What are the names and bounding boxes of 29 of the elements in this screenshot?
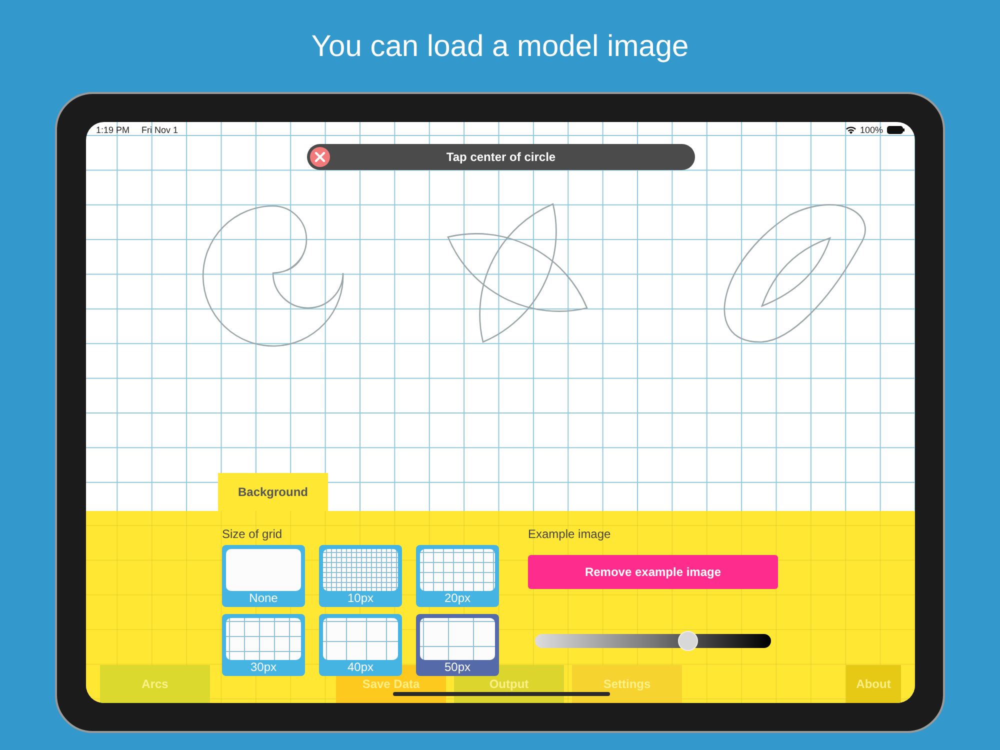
grid-size-option[interactable]: 30px xyxy=(222,614,305,676)
status-date: Fri Nov 1 xyxy=(142,125,178,135)
grid-size-option[interactable]: 10px xyxy=(319,545,402,607)
grid-size-option[interactable]: 50px xyxy=(416,614,499,676)
status-time: 1:19 PM xyxy=(96,125,130,135)
nav-tab[interactable]: About xyxy=(846,665,901,703)
opacity-slider[interactable] xyxy=(535,634,771,648)
grid-preview-icon xyxy=(323,549,398,591)
battery-percent: 100% xyxy=(860,125,883,135)
grid-size-option[interactable]: 40px xyxy=(319,614,402,676)
headline: You can load a model image xyxy=(311,30,689,64)
battery-icon xyxy=(887,126,905,134)
remove-image-button[interactable]: Remove example image xyxy=(528,555,778,589)
section-label: Size of grid xyxy=(222,527,282,541)
nav-tab[interactable]: Settings xyxy=(572,665,682,703)
nav-tab[interactable]: Arcs xyxy=(100,665,210,703)
wifi-icon xyxy=(846,126,856,134)
grid-size-option[interactable]: None xyxy=(222,545,305,607)
grid-preview-icon xyxy=(226,549,301,591)
panel-tab[interactable]: Background xyxy=(218,473,328,511)
close-icon[interactable] xyxy=(310,147,330,167)
grid-size-option[interactable]: 20px xyxy=(416,545,499,607)
grid-preview-icon xyxy=(420,618,495,660)
slider-thumb[interactable] xyxy=(678,631,698,651)
grid-preview-icon xyxy=(420,549,495,591)
section-label: Example image xyxy=(528,527,611,541)
grid-preview-icon xyxy=(226,618,301,660)
instruction-banner: Tap center of circle xyxy=(306,144,694,170)
grid-preview-icon xyxy=(323,618,398,660)
